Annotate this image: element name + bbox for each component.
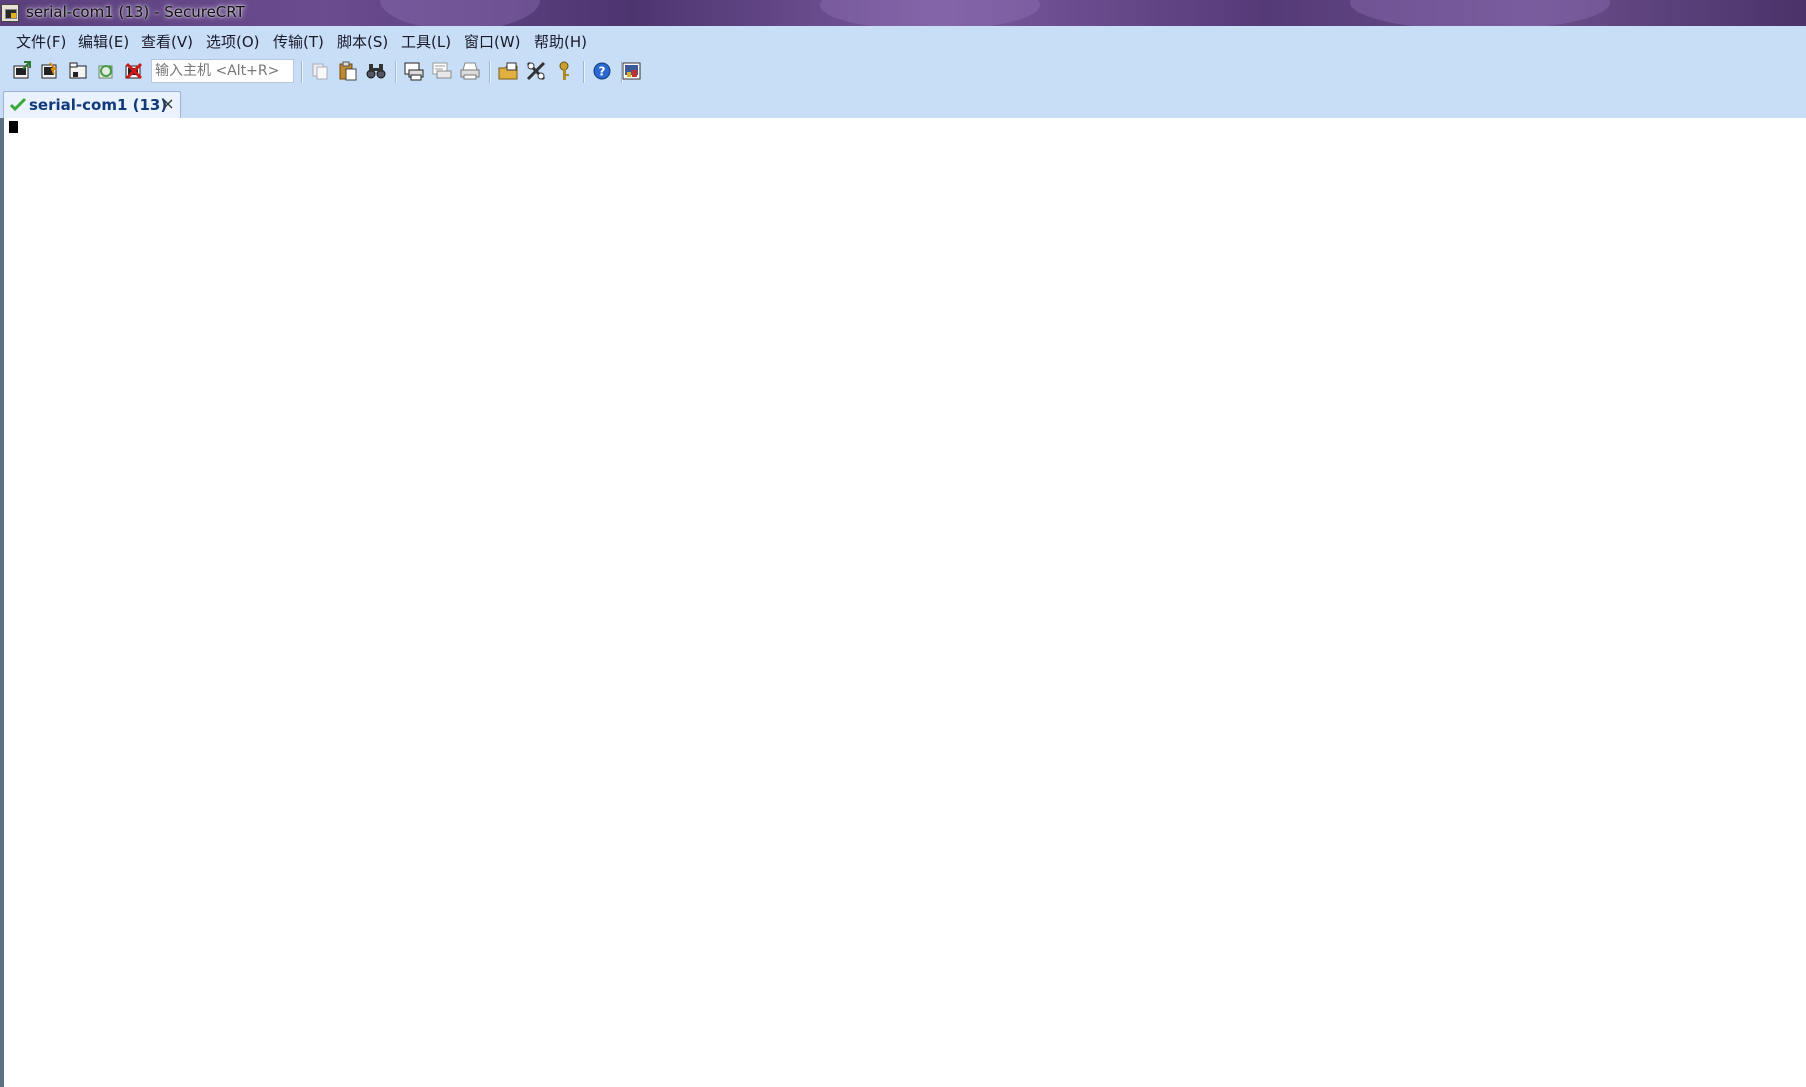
menu-edit[interactable]: 编辑(E)	[78, 31, 129, 52]
connect-in-tab-icon[interactable]	[67, 60, 89, 82]
menu-file[interactable]: 文件(F)	[16, 31, 66, 52]
toolbar-separator	[489, 61, 491, 83]
about-icon[interactable]	[621, 60, 643, 82]
tab-label: serial-com1 (13)	[29, 96, 168, 114]
keymap-icon[interactable]	[553, 60, 575, 82]
toolbar: ?	[0, 55, 1806, 88]
tab-serial-com1[interactable]: serial-com1 (13) ×	[3, 91, 181, 118]
menu-transfer[interactable]: 传输(T)	[273, 31, 324, 52]
copy-icon[interactable]	[309, 60, 331, 82]
title-bar-decoration	[380, 0, 540, 26]
window-title: serial-com1 (13) - SecureCRT	[26, 3, 245, 21]
connected-check-icon	[9, 97, 27, 113]
menu-view[interactable]: 查看(V)	[141, 31, 193, 52]
help-icon[interactable]: ?	[591, 60, 613, 82]
tab-strip: serial-com1 (13) ×	[0, 88, 1806, 120]
toolbar-separator	[395, 61, 397, 83]
quick-connect-icon[interactable]	[39, 60, 61, 82]
menu-help[interactable]: 帮助(H)	[534, 31, 587, 52]
terminal-cursor	[9, 121, 18, 133]
menu-window[interactable]: 窗口(W)	[464, 31, 521, 52]
print-icon[interactable]	[459, 60, 481, 82]
paste-icon[interactable]	[337, 60, 359, 82]
title-bar[interactable]: serial-com1 (13) - SecureCRT	[0, 0, 1806, 26]
disconnect-icon[interactable]	[123, 60, 145, 82]
find-icon[interactable]	[365, 60, 387, 82]
print-screen-icon[interactable]	[403, 60, 425, 82]
title-bar-decoration	[1350, 0, 1610, 26]
close-icon[interactable]: ×	[160, 96, 176, 112]
menu-script[interactable]: 脚本(S)	[337, 31, 388, 52]
global-options-icon[interactable]	[525, 60, 547, 82]
title-bar-decoration	[820, 0, 1040, 26]
svg-text:?: ?	[599, 65, 606, 79]
menu-options[interactable]: 选项(O)	[206, 31, 260, 52]
session-options-icon[interactable]	[497, 60, 519, 82]
menu-tools[interactable]: 工具(L)	[401, 31, 451, 52]
terminal-area[interactable]	[0, 118, 1806, 1087]
securecrt-icon[interactable]	[1, 4, 19, 22]
toolbar-separator	[301, 61, 303, 83]
reconnect-icon[interactable]	[95, 60, 117, 82]
connect-icon[interactable]	[11, 60, 33, 82]
menu-bar: 文件(F) 编辑(E) 查看(V) 选项(O) 传输(T) 脚本(S) 工具(L…	[0, 26, 1806, 55]
host-input[interactable]	[151, 59, 294, 83]
print-selection-icon[interactable]	[431, 60, 453, 82]
toolbar-separator	[583, 61, 585, 83]
